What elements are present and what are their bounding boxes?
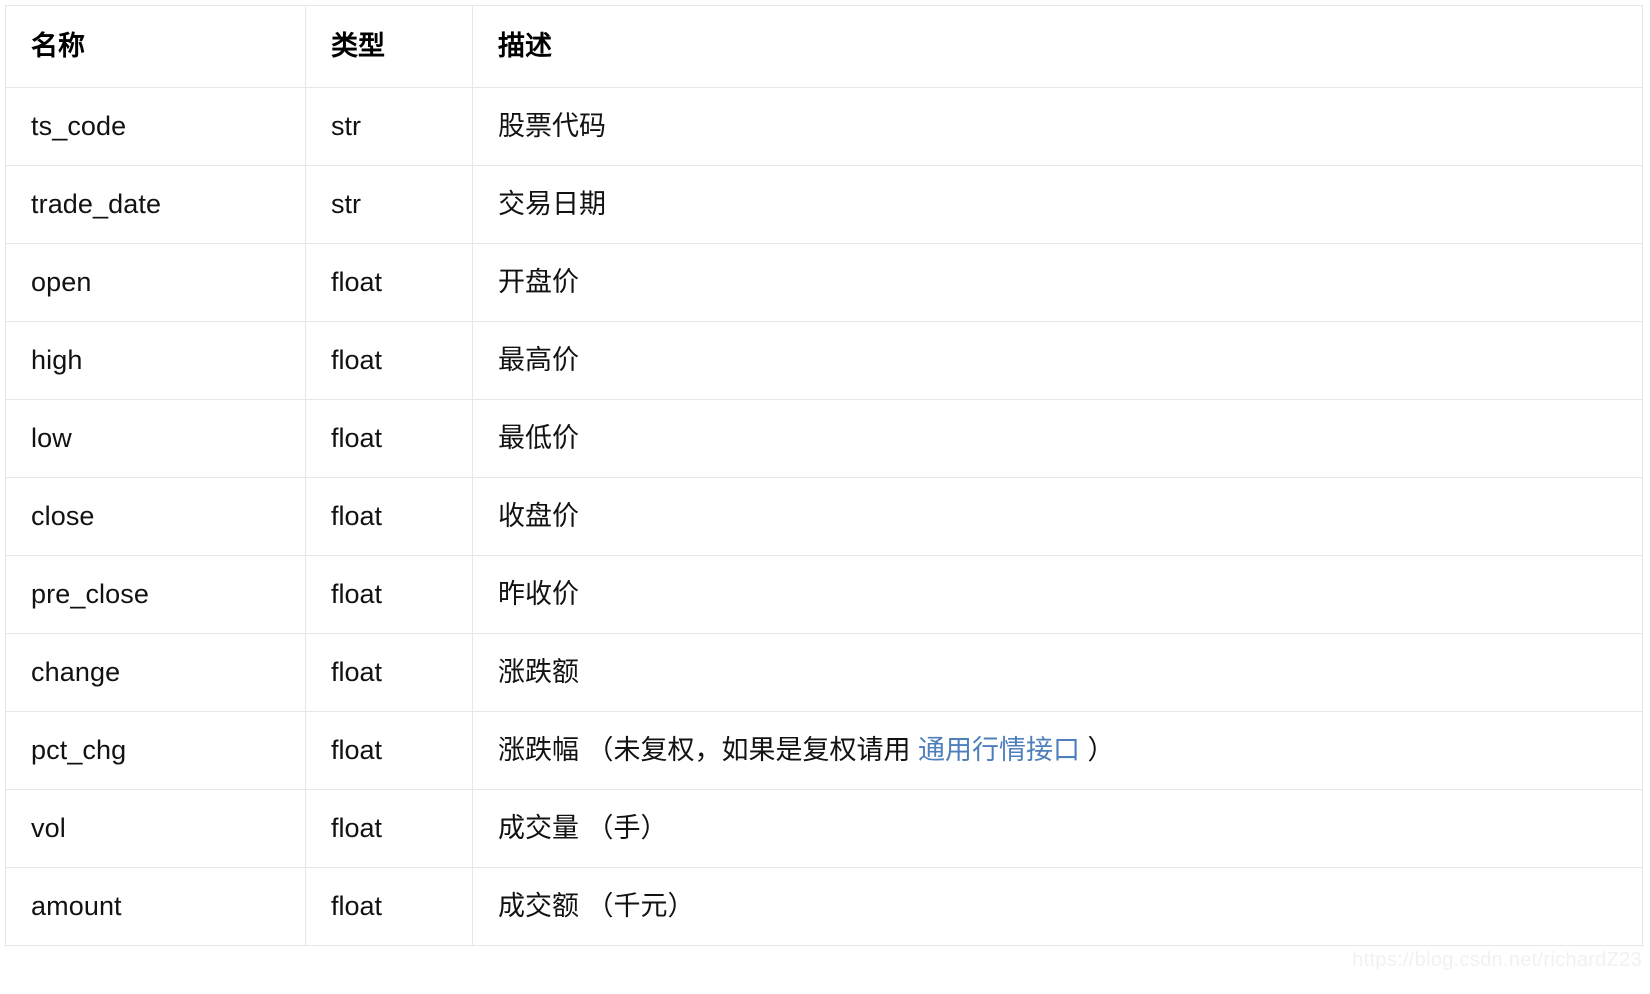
description-text: 涨跌幅 （未复权，如果是复权请用 — [498, 735, 919, 766]
table-row: pre_close float 昨收价 — [5, 555, 1643, 634]
cell-field-type: float — [305, 243, 473, 322]
cell-field-type: float — [305, 711, 473, 790]
column-header-description: 描述 — [472, 5, 1643, 88]
table-header: 名称 类型 描述 — [5, 5, 1643, 88]
description-text: 成交额 （千元） — [498, 891, 695, 922]
cell-field-type: float — [305, 477, 473, 556]
description-text: 涨跌额 — [498, 657, 579, 688]
cell-field-description: 收盘价 — [472, 477, 1643, 556]
cell-field-type: float — [305, 399, 473, 478]
cell-field-name: trade_date — [5, 165, 306, 244]
table-row: high float 最高价 — [5, 321, 1643, 400]
cell-field-type: float — [305, 633, 473, 712]
cell-field-description: 涨跌幅 （未复权，如果是复权请用 通用行情接口 ） — [472, 711, 1643, 790]
cell-field-name: close — [5, 477, 306, 556]
table-row: close float 收盘价 — [5, 477, 1643, 556]
description-text-suffix: ） — [1080, 735, 1115, 766]
description-text: 股票代码 — [498, 111, 606, 142]
description-link[interactable]: 通用行情接口 — [918, 735, 1080, 765]
cell-field-name: amount — [5, 867, 306, 946]
description-text: 交易日期 — [498, 189, 606, 220]
cell-field-type: float — [305, 555, 473, 634]
cell-field-name: pre_close — [5, 555, 306, 634]
cell-field-description: 最高价 — [472, 321, 1643, 400]
cell-field-name: vol — [5, 789, 306, 868]
table-row: open float 开盘价 — [5, 243, 1643, 322]
table-body: ts_code str 股票代码 trade_date str 交易日期 open float… — [5, 87, 1643, 946]
cell-field-description: 涨跌额 — [472, 633, 1643, 712]
cell-field-description: 股票代码 — [472, 87, 1643, 166]
table-row: vol float 成交量 （手） — [5, 789, 1643, 868]
cell-field-description: 最低价 — [472, 399, 1643, 478]
cell-field-name: ts_code — [5, 87, 306, 166]
cell-field-name: open — [5, 243, 306, 322]
cell-field-name: low — [5, 399, 306, 478]
cell-field-name: pct_chg — [5, 711, 306, 790]
description-text: 昨收价 — [498, 579, 579, 610]
table-header-row: 名称 类型 描述 — [5, 5, 1643, 88]
description-text: 最低价 — [498, 423, 579, 454]
description-text: 收盘价 — [498, 501, 579, 532]
description-text: 最高价 — [498, 345, 579, 376]
cell-field-description: 交易日期 — [472, 165, 1643, 244]
cell-field-description: 昨收价 — [472, 555, 1643, 634]
cell-field-name: change — [5, 633, 306, 712]
cell-field-type: str — [305, 165, 473, 244]
cell-field-type: str — [305, 87, 473, 166]
cell-field-type: float — [305, 789, 473, 868]
csdn-watermark: https://blog.csdn.net/richardZ23 — [1352, 949, 1642, 971]
cell-field-description: 成交量 （手） — [472, 789, 1643, 868]
field-spec-table: 名称 类型 描述 ts_code str 股票代码 trade_date str 交易日期… — [5, 5, 1643, 946]
table-row: low float 最低价 — [5, 399, 1643, 478]
table-row: change float 涨跌额 — [5, 633, 1643, 712]
cell-field-description: 开盘价 — [472, 243, 1643, 322]
column-header-type: 类型 — [305, 5, 473, 88]
cell-field-type: float — [305, 867, 473, 946]
description-text: 开盘价 — [498, 267, 579, 298]
description-text: 成交量 （手） — [498, 813, 668, 844]
cell-field-name: high — [5, 321, 306, 400]
cell-field-type: float — [305, 321, 473, 400]
table-row: pct_chg float 涨跌幅 （未复权，如果是复权请用 通用行情接口 ） — [5, 711, 1643, 790]
table-row: ts_code str 股票代码 — [5, 87, 1643, 166]
table-row: trade_date str 交易日期 — [5, 165, 1643, 244]
table-row: amount float 成交额 （千元） — [5, 867, 1643, 946]
cell-field-description: 成交额 （千元） — [472, 867, 1643, 946]
column-header-name: 名称 — [5, 5, 306, 88]
page-root: 名称 类型 描述 ts_code str 股票代码 trade_date str 交易日期… — [0, 0, 1650, 994]
